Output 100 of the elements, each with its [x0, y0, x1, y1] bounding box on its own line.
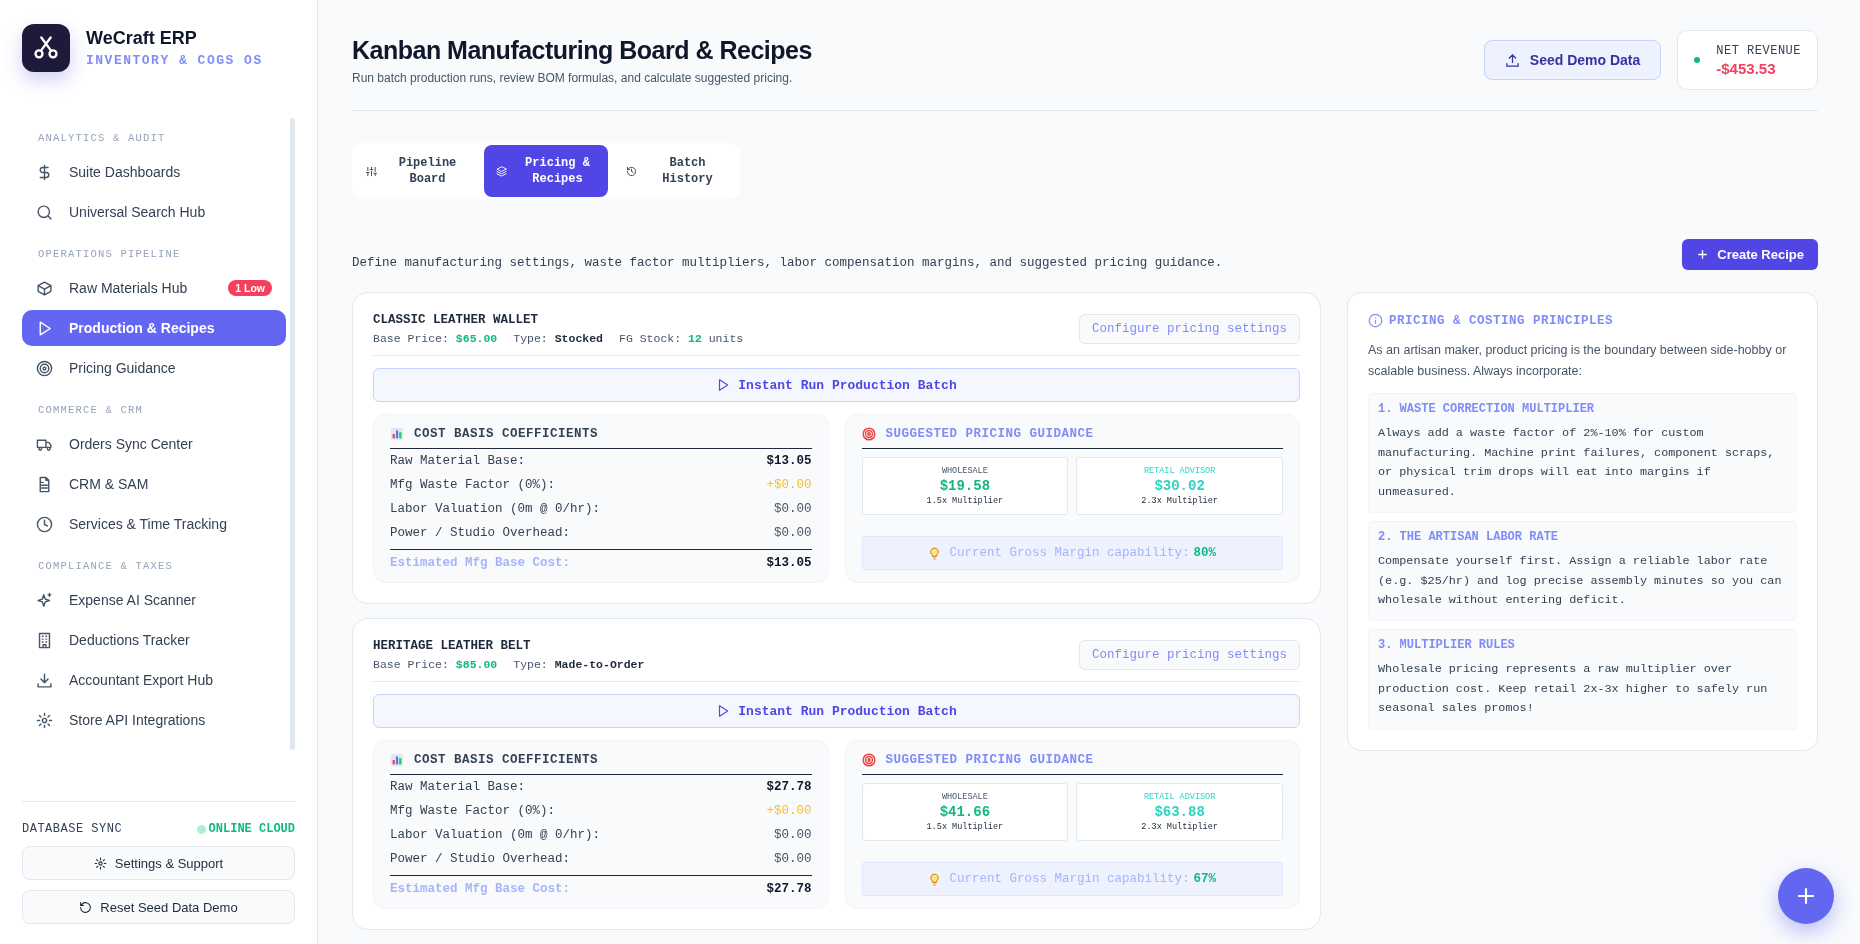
- sync-status: ONLINE CLOUD: [208, 822, 295, 836]
- principle-title: 1. WASTE CORRECTION MULTIPLIER: [1378, 402, 1596, 417]
- nav-section-title: COMMERCE & CRM: [37, 403, 144, 418]
- clock-icon: [36, 515, 53, 533]
- search-icon: [36, 203, 53, 221]
- tab[interactable]: Pricing & Recipes: [484, 145, 608, 197]
- cost-label: Labor Valuation (0m @ 0/hr):: [390, 501, 601, 518]
- add-button[interactable]: [1778, 868, 1834, 924]
- principles-intro: As an artisan maker, product pricing is the boundary between side-hobby or scalable business. Always incorporate:: [1368, 342, 1788, 380]
- settings-icon: [36, 711, 53, 729]
- tier-price: $63.88: [1153, 804, 1206, 820]
- cost-label: Power / Studio Overhead:: [390, 525, 571, 542]
- nav-item[interactable]: Universal Search Hub: [22, 194, 286, 230]
- logo-icon: [22, 24, 70, 72]
- plus-icon: [1696, 248, 1710, 261]
- sparkle-icon: [36, 591, 53, 609]
- panel-title: COST BASIS COEFFICIENTS: [414, 753, 599, 767]
- nav-section-title: OPERATIONS PIPELINE: [37, 247, 182, 262]
- nav-item[interactable]: Suite Dashboards: [22, 154, 286, 190]
- brand-name: WeCraft ERP: [86, 28, 198, 49]
- cost-label: Mfg Waste Factor (0%):: [390, 477, 556, 494]
- nav-section-title: COMPLIANCE & TAXES: [37, 559, 175, 574]
- revenue-value: -$453.53: [1716, 59, 1777, 77]
- cost-value: $0.00: [774, 501, 812, 518]
- tier-price: $19.58: [938, 478, 992, 494]
- cost-value: $0.00: [774, 851, 812, 868]
- target-icon: [861, 427, 876, 441]
- building-icon: [36, 631, 53, 649]
- tier-multiplier: 2.3x Multiplier: [1140, 496, 1219, 506]
- panel-title: SUGGESTED PRICING GUIDANCE: [885, 427, 1094, 441]
- margin-label: Current Gross Margin capability:: [949, 546, 1190, 560]
- seed-data-button[interactable]: Seed Demo Data: [1483, 40, 1662, 80]
- brand-subtitle: INVENTORY & COGS OS: [86, 53, 263, 68]
- principle-text: Always add a waste factor of 2%-10% for custom manufacturing. Machine print failures, component scraps, or physical trim drops will eat into margins if unmeasured.: [1378, 425, 1776, 501]
- reset-button[interactable]: Reset Seed Data Demo: [22, 890, 295, 924]
- tier-multiplier: 2.3x Multiplier: [1140, 822, 1219, 832]
- run-batch-button[interactable]: Instant Run Production Batch: [373, 694, 1300, 728]
- tier-label: RETAIL ADVISOR: [1142, 466, 1217, 476]
- total-value: $27.78: [766, 882, 812, 896]
- cost-label: Labor Valuation (0m @ 0/hr):: [390, 827, 601, 844]
- nav-item[interactable]: Services & Time Tracking: [22, 506, 286, 542]
- sync-label: DATABASE SYNC: [22, 822, 123, 836]
- tier-price: $30.02: [1153, 478, 1206, 494]
- upload-icon: [1504, 52, 1520, 68]
- section-description: Define manufacturing settings, waste factor multipliers, labor compensation margins, and suggested pricing guidance.: [352, 256, 1223, 270]
- create-recipe-button[interactable]: Create Recipe: [1682, 239, 1818, 270]
- tier-label: RETAIL ADVISOR: [1142, 792, 1217, 802]
- panel-title: COST BASIS COEFFICIENTS: [414, 427, 599, 441]
- settings-button[interactable]: Settings & Support: [22, 846, 295, 880]
- nav-item[interactable]: Orders Sync Center: [22, 426, 286, 462]
- cost-value: $0.00: [774, 525, 812, 542]
- tab[interactable]: Batch History: [614, 145, 738, 197]
- info-icon: [1368, 313, 1383, 328]
- run-batch-button[interactable]: Instant Run Production Batch: [373, 368, 1300, 402]
- bar-chart-icon: [390, 427, 404, 441]
- nav-item[interactable]: CRM & SAM: [22, 466, 286, 502]
- cost-label: Raw Material Base:: [390, 779, 526, 796]
- play-icon: [716, 378, 731, 392]
- margin-label: Current Gross Margin capability:: [949, 872, 1190, 886]
- page-title: Kanban Manufacturing Board & Recipes: [352, 36, 812, 65]
- sliders-icon: [366, 165, 377, 177]
- page-subtitle: Run batch production runs, review BOM formulas, and calculate suggested pricing.: [352, 71, 794, 85]
- lightbulb-icon: [928, 546, 942, 560]
- target-icon: [36, 359, 53, 377]
- principle-title: 3. MULTIPLIER RULES: [1378, 638, 1516, 653]
- recipe-meta: Type: Stocked: [513, 332, 603, 345]
- panel-title: PRICING & COSTING PRINCIPLES: [1389, 313, 1614, 328]
- nav-item[interactable]: Pricing Guidance: [22, 350, 286, 386]
- cost-label: Raw Material Base:: [390, 453, 526, 470]
- recipe-meta: Type: Made-to-Order: [513, 658, 645, 671]
- recipe-name: HERITAGE LEATHER BELT: [373, 639, 532, 653]
- lightbulb-icon: [928, 872, 942, 886]
- principle-title: 2. THE ARTISAN LABOR RATE: [1378, 530, 1560, 545]
- cost-value: $13.05: [766, 453, 812, 470]
- low-stock-badge: 1 Low: [228, 280, 272, 296]
- nav-item[interactable]: Raw Materials Hub 1 Low: [22, 270, 286, 306]
- panel-title: SUGGESTED PRICING GUIDANCE: [885, 753, 1094, 767]
- nav-item[interactable]: Production & Recipes: [22, 310, 286, 346]
- cost-label: Mfg Waste Factor (0%):: [390, 803, 556, 820]
- nav-item[interactable]: Expense AI Scanner: [22, 582, 286, 618]
- status-dot: [1694, 57, 1701, 63]
- total-label: Estimated Mfg Base Cost:: [390, 882, 571, 896]
- box-icon: [36, 279, 53, 297]
- nav-item[interactable]: Deductions Tracker: [22, 622, 286, 658]
- target-icon: [861, 753, 876, 767]
- principle-text: Wholesale pricing represents a raw multiplier over production cost. Keep retail 2x-3x higher to safely run seasonal sales promos!: [1378, 661, 1769, 718]
- tier-multiplier: 1.5x Multiplier: [925, 496, 1005, 506]
- settings-icon: [93, 856, 107, 870]
- margin-value: 80%: [1193, 546, 1217, 560]
- cost-value: +$0.00: [766, 803, 812, 820]
- play-icon: [716, 704, 731, 718]
- total-value: $13.05: [766, 556, 812, 570]
- cost-label: Power / Studio Overhead:: [390, 851, 571, 868]
- cost-value: $27.78: [766, 779, 812, 796]
- tab[interactable]: Pipeline Board: [354, 145, 478, 197]
- tier-label: WHOLESALE: [940, 466, 989, 476]
- nav-item[interactable]: Accountant Export Hub: [22, 662, 286, 698]
- nav-item[interactable]: Store API Integrations: [22, 702, 286, 738]
- principle-text: Compensate yourself first. Assign a reliable labor rate (e.g. $25/hr) and log precise assembly minutes so you can wholesale without entering deficit.: [1378, 553, 1783, 609]
- margin-value: 67%: [1193, 872, 1217, 886]
